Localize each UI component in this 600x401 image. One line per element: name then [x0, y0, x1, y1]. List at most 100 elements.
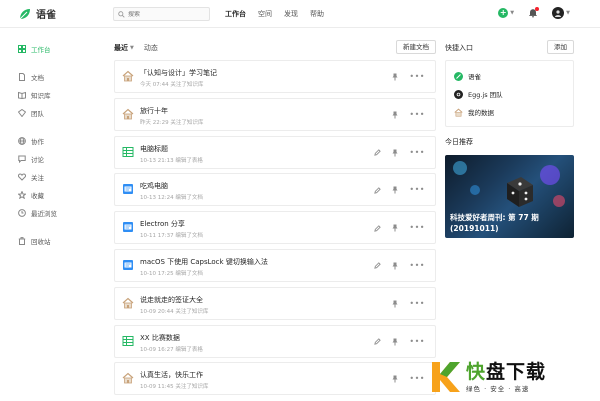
more-options-icon[interactable]: •••: [409, 337, 425, 345]
doc-meta: 10-10 17:25 编辑了文档: [140, 270, 203, 277]
bokeh-light: [540, 165, 560, 185]
main-content: 最近 ▼ 动态 新建文档 「认知与设计」学习笔记今天 07:44 关注了知识库 •…: [114, 40, 436, 400]
pin-icon[interactable]: [391, 111, 399, 119]
edit-icon[interactable]: [373, 186, 381, 194]
doc-list-item[interactable]: 旅行十年 昨天 22:29 关注了知识库 •••: [114, 97, 436, 131]
sidebar-item-label: 回收站: [31, 238, 51, 246]
edit-icon[interactable]: [373, 262, 381, 270]
doc-title[interactable]: 说走就走的签证大全: [140, 295, 203, 305]
quick-item-label: Egg.js 团队: [468, 91, 503, 99]
avatar: [552, 7, 565, 19]
quick-item-mydata[interactable]: 我的数据: [454, 103, 565, 121]
doc-title[interactable]: 旅行十年: [140, 106, 168, 116]
doc-list-item[interactable]: 说走就走的签证大全 10-09 20:44 关注了知识库 •••: [114, 286, 436, 320]
doc-meta: 10-09 16:27 编辑了表格: [140, 346, 203, 353]
sidebar-divider: [18, 58, 98, 68]
chat-icon: [18, 155, 26, 163]
doc-title[interactable]: 「认知与设计」学习笔记: [140, 68, 217, 78]
sidebar-item-workbench[interactable]: 工作台: [18, 40, 98, 58]
doc-title[interactable]: 吃鸡电脑: [140, 181, 168, 191]
recommend-card[interactable]: 科技爱好者周刊: 第 77 期 (20191011): [445, 155, 574, 238]
dice-icon: [507, 177, 533, 207]
doc-list-item[interactable]: XX 比赛数据 10-09 16:27 编辑了表格 •••: [114, 324, 436, 358]
nav-space[interactable]: 空间: [258, 9, 272, 19]
watermark-k-logo-icon: [432, 361, 460, 392]
nav-explore[interactable]: 发现: [284, 9, 298, 19]
pin-icon[interactable]: [391, 375, 399, 383]
globe-icon: [18, 137, 26, 145]
recommend-title: 科技爱好者周刊: 第 77 期 (20191011): [450, 212, 570, 234]
more-options-icon[interactable]: •••: [409, 148, 425, 156]
doc-list-item[interactable]: 吃鸡电脑 10-13 12:24 编辑了文档 •••: [114, 173, 436, 207]
edit-icon[interactable]: [373, 338, 381, 346]
app-logo[interactable]: 语雀: [18, 6, 56, 21]
doc-title[interactable]: 认真生活，快乐工作: [140, 370, 203, 380]
doc-actions: •••: [373, 186, 425, 194]
sidebar-item-docs[interactable]: 文档: [18, 68, 98, 86]
doc-actions: •••: [373, 224, 425, 232]
nav-help[interactable]: 帮助: [310, 9, 324, 19]
doc-list-item[interactable]: 电脑标题 10-13 21:13 编辑了表格 •••: [114, 135, 436, 169]
pin-icon[interactable]: [391, 149, 399, 157]
sidebar-item-follow[interactable]: 关注: [18, 168, 98, 186]
doc-list-item[interactable]: 认真生活，快乐工作 10-09 11:45 关注了知识库 •••: [114, 362, 436, 396]
sidebar-item-discuss[interactable]: 讨论: [18, 150, 98, 168]
doc-title[interactable]: 电脑标题: [140, 144, 168, 154]
pin-icon[interactable]: [391, 73, 399, 81]
unread-dot: [535, 7, 540, 11]
heart-icon: [18, 173, 26, 181]
pin-icon[interactable]: [391, 300, 399, 308]
recommend-title-line2: (20191011): [450, 224, 499, 233]
user-menu[interactable]: ▼: [552, 7, 570, 19]
house-icon: [122, 372, 134, 384]
more-options-icon[interactable]: •••: [409, 73, 425, 81]
more-options-icon[interactable]: •••: [409, 224, 425, 232]
nav-workbench[interactable]: 工作台: [225, 9, 246, 19]
top-nav: 工作台 空间 发现 帮助: [225, 9, 336, 19]
pin-icon[interactable]: [391, 338, 399, 346]
more-options-icon[interactable]: •••: [409, 299, 425, 307]
tab-recent[interactable]: 最近 ▼: [114, 43, 134, 53]
search-box[interactable]: [113, 7, 210, 21]
more-options-icon[interactable]: •••: [409, 375, 425, 383]
quick-item-label: 语雀: [468, 73, 481, 81]
tab-activity[interactable]: 动态: [144, 43, 158, 53]
pin-icon[interactable]: [391, 262, 399, 270]
more-options-icon[interactable]: •••: [409, 261, 425, 269]
chevron-down-icon: ▼: [566, 10, 570, 16]
more-options-icon[interactable]: •••: [409, 186, 425, 194]
notification-button[interactable]: [528, 7, 540, 18]
sidebar-divider: [18, 122, 98, 132]
doc-title[interactable]: Electron 分享: [140, 219, 185, 229]
doc-list-item[interactable]: 「认知与设计」学习笔记今天 07:44 关注了知识库 •••: [114, 60, 436, 93]
create-menu-button[interactable]: + ▼: [498, 8, 514, 18]
sidebar-item-team[interactable]: 团队: [18, 104, 98, 122]
doc-icon: [122, 259, 134, 271]
sidebar-item-label: 团队: [31, 110, 44, 118]
quick-item-yuque[interactable]: 语雀: [454, 67, 565, 85]
doc-meta: 今天 07:44 关注了知识库: [140, 82, 204, 88]
clock-icon: [18, 209, 26, 217]
sidebar-item-recent[interactable]: 最近浏览: [18, 204, 98, 222]
search-input[interactable]: [128, 10, 208, 18]
sidebar-item-trash[interactable]: 回收站: [18, 232, 98, 250]
house-icon: [122, 108, 134, 120]
sidebar-item-books[interactable]: 知识库: [18, 86, 98, 104]
doc-list-item[interactable]: macOS 下使用 CapsLock 键切换输入法 10-10 17:25 编辑了…: [114, 248, 436, 282]
pin-icon[interactable]: [391, 186, 399, 194]
sidebar-item-favorites[interactable]: 收藏: [18, 186, 98, 204]
sidebar-item-collab[interactable]: 协作: [18, 132, 98, 150]
quick-access-list: 语雀 Egg.js 团队 我的数据: [445, 60, 574, 127]
new-document-button[interactable]: 新建文档: [396, 40, 436, 54]
add-quick-access-button[interactable]: 添加: [547, 40, 574, 54]
app-name: 语雀: [36, 10, 56, 21]
edit-icon[interactable]: [373, 149, 381, 157]
pin-icon[interactable]: [391, 224, 399, 232]
edit-icon[interactable]: [373, 224, 381, 232]
sheet-icon: [122, 146, 134, 158]
doc-title[interactable]: XX 比赛数据: [140, 333, 180, 343]
doc-list-item[interactable]: Electron 分享 10-11 17:37 编辑了文档 •••: [114, 211, 436, 245]
more-options-icon[interactable]: •••: [409, 110, 425, 118]
quick-item-egg[interactable]: Egg.js 团队: [454, 85, 565, 103]
doc-title[interactable]: macOS 下使用 CapsLock 键切换输入法: [140, 257, 268, 267]
